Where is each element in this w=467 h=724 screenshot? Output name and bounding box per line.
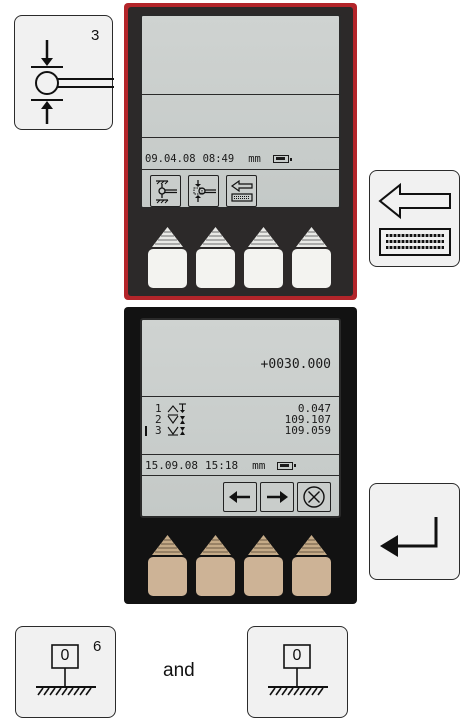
key-arrow-icon xyxy=(248,227,279,247)
key-arrow-icon xyxy=(200,535,231,555)
lcd-divider xyxy=(142,454,339,455)
enter-icon xyxy=(380,517,438,557)
zero-reference-icon xyxy=(268,644,328,696)
softkey-cancel[interactable] xyxy=(297,482,331,512)
status-date: 09.04.08 xyxy=(145,153,196,165)
lcd-screen-top: 09.04.08 08:49 mm xyxy=(140,14,341,209)
measure-table-icon xyxy=(155,180,177,204)
lcd-divider xyxy=(142,475,339,476)
status-time: 08:49 xyxy=(202,153,235,165)
cancel-icon xyxy=(303,486,325,508)
key-arrow-icon xyxy=(296,535,327,555)
key-arrow-icon xyxy=(152,227,183,247)
back-keyboard-symbol-card xyxy=(369,170,460,267)
softkey-back-keyboard[interactable] xyxy=(226,175,257,207)
key-arrow-icon xyxy=(200,227,231,247)
status-time: 15:18 xyxy=(204,459,239,472)
enter-symbol-card xyxy=(369,483,460,580)
softkey-previous[interactable] xyxy=(223,482,257,512)
probe-measure-icon xyxy=(193,180,216,202)
zero-reference-symbol-card-2: 0 xyxy=(247,626,348,718)
probe-symbol-card: 3 xyxy=(14,15,114,130)
device-top: 09.04.08 08:49 mm xyxy=(124,3,357,300)
device-bottom: +0030.000 1 0.047 2 109.107 3 109.059 15… xyxy=(124,307,357,604)
back-keyboard-icon xyxy=(378,182,451,256)
connector-text: and xyxy=(163,660,195,681)
measurement-reading: +0030.000 xyxy=(260,357,331,372)
zero-label: 0 xyxy=(292,647,302,664)
zero-label: 0 xyxy=(60,647,70,664)
key-arrow-icon xyxy=(296,227,327,247)
list-item-selected[interactable]: 3 109.059 xyxy=(145,424,331,437)
probe-symbol-number: 3 xyxy=(91,27,100,44)
zero-symbol-number: 6 xyxy=(93,638,102,655)
lcd-screen-bottom: +0030.000 1 0.047 2 109.107 3 109.059 15… xyxy=(140,318,341,518)
status-unit: mm xyxy=(252,459,266,472)
key-arrow-icon xyxy=(248,535,279,555)
row-index: 3 xyxy=(155,424,162,437)
back-keyboard-icon xyxy=(230,179,253,202)
arrow-right-icon xyxy=(267,491,288,503)
key-arrow-icon xyxy=(152,535,183,555)
lcd-divider xyxy=(142,396,339,397)
status-bar: 09.04.08 08:49 mm xyxy=(142,153,339,165)
status-bar: 15.09.08 15:18 mm xyxy=(142,459,339,472)
battery-icon xyxy=(277,461,297,470)
lcd-divider xyxy=(142,94,339,95)
status-unit: mm xyxy=(248,153,261,165)
row-value: 109.059 xyxy=(284,424,331,437)
lcd-divider xyxy=(142,137,339,138)
softkey-next[interactable] xyxy=(260,482,294,512)
zero-reference-icon xyxy=(36,644,96,696)
lcd-divider xyxy=(142,169,339,170)
arrow-left-icon xyxy=(229,491,250,503)
softkey-probe[interactable] xyxy=(188,175,219,207)
zero-reference-symbol-card: 0 6 xyxy=(15,626,116,718)
status-date: 15.09.08 xyxy=(145,459,198,472)
measure-mode-icon xyxy=(167,426,185,436)
selection-marker xyxy=(145,426,147,436)
battery-icon xyxy=(272,155,292,163)
softkey-measure-table[interactable] xyxy=(150,175,181,207)
